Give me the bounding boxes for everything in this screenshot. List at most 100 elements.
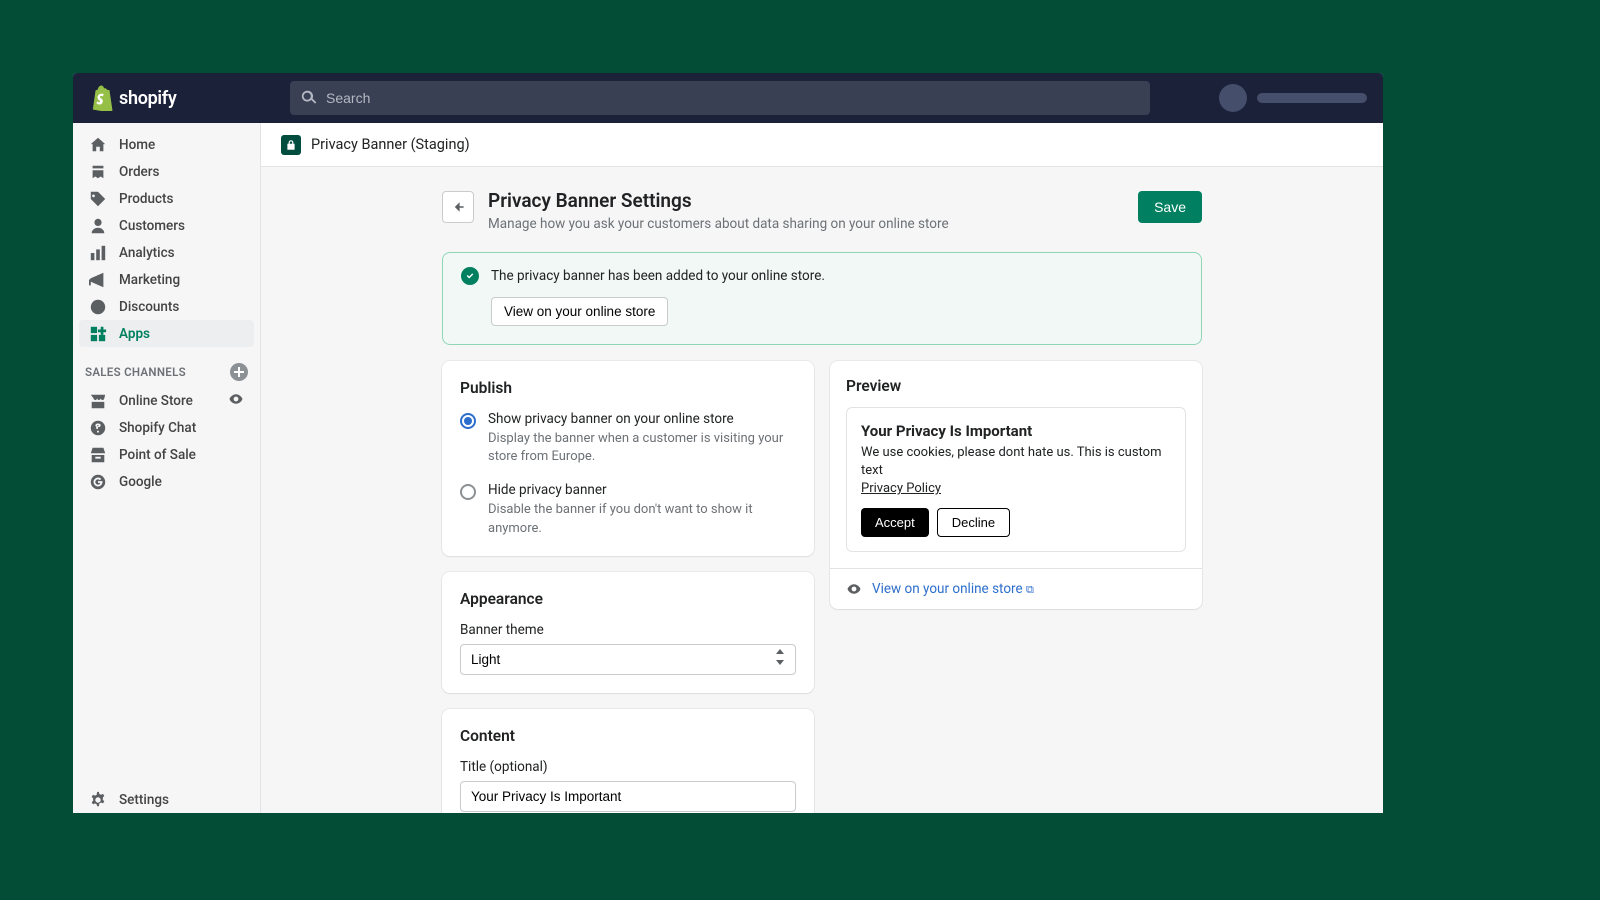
avatar[interactable] (1219, 84, 1247, 112)
logo[interactable]: shopify (89, 85, 274, 111)
appearance-title: Appearance (460, 590, 796, 608)
apps-icon (89, 325, 107, 343)
customers-icon (89, 217, 107, 235)
decline-button[interactable]: Decline (937, 508, 1010, 537)
sidebar: Home Orders Products Customers Analytics… (73, 123, 261, 813)
topbar-right (1219, 84, 1367, 112)
content-card: Content Title (optional) Banner descript… (442, 709, 814, 813)
sidebar-label: Home (119, 137, 155, 153)
channel-item-online-store[interactable]: Online Store (79, 387, 254, 414)
save-button[interactable]: Save (1138, 191, 1202, 223)
orders-icon (89, 163, 107, 181)
sidebar-item-customers[interactable]: Customers (79, 212, 254, 239)
channel-item-shopify-chat[interactable]: Shopify Chat (79, 414, 254, 441)
accept-button[interactable]: Accept (861, 508, 929, 537)
search-icon (300, 89, 318, 107)
external-link-icon: ⧉ (1026, 583, 1034, 596)
sidebar-label: Analytics (119, 245, 175, 261)
sidebar-label: Marketing (119, 272, 180, 288)
publish-option-hide[interactable]: Hide privacy banner Disable the banner i… (460, 482, 796, 537)
arrow-left-icon (450, 199, 466, 215)
privacy-policy-link[interactable]: Privacy Policy (861, 481, 941, 496)
publish-option-label: Hide privacy banner (488, 482, 796, 498)
eye-icon (846, 581, 862, 597)
app-icon (281, 135, 301, 155)
publish-option-label: Show privacy banner on your online store (488, 411, 796, 427)
publish-option-desc: Display the banner when a customer is vi… (488, 430, 796, 466)
discounts-icon (89, 298, 107, 316)
sidebar-item-settings[interactable]: Settings (79, 786, 254, 813)
pos-icon (89, 446, 107, 464)
sidebar-item-orders[interactable]: Orders (79, 158, 254, 185)
user-name-skeleton (1257, 93, 1367, 103)
page-header: Privacy Banner Settings Manage how you a… (442, 189, 1202, 232)
preview-box: Your Privacy Is Important We use cookies… (846, 407, 1186, 552)
view-online-store-link[interactable]: View on your online store ⧉ (872, 581, 1034, 597)
topbar: shopify (73, 73, 1383, 123)
channel-item-pos[interactable]: Point of Sale (79, 441, 254, 468)
sidebar-item-apps[interactable]: Apps (79, 320, 254, 347)
title-input[interactable] (460, 781, 796, 812)
preview-body: We use cookies, please dont hate us. Thi… (861, 444, 1171, 480)
content-title: Content (460, 727, 796, 745)
sidebar-label: Settings (119, 792, 169, 808)
view-store-button[interactable]: View on your online store (491, 297, 668, 326)
radio-hide[interactable] (460, 484, 476, 500)
sidebar-item-discounts[interactable]: Discounts (79, 293, 254, 320)
app-title-text: Privacy Banner (Staging) (311, 136, 470, 153)
success-banner: The privacy banner has been added to you… (442, 252, 1202, 345)
check-circle-icon (461, 267, 479, 285)
sidebar-label: Discounts (119, 299, 179, 315)
sidebar-label: Apps (119, 326, 150, 342)
page-subtitle: Manage how you ask your customers about … (488, 216, 1124, 232)
sidebar-label: Customers (119, 218, 185, 234)
channel-label: Google (119, 474, 162, 490)
channel-label: Shopify Chat (119, 420, 196, 436)
store-icon (89, 392, 107, 410)
plus-icon (234, 367, 244, 377)
preview-title: Preview (846, 377, 1186, 395)
shopify-bag-icon (89, 85, 113, 111)
analytics-icon (89, 244, 107, 262)
brand-text: shopify (119, 88, 177, 109)
sidebar-label: Orders (119, 164, 160, 180)
sidebar-item-analytics[interactable]: Analytics (79, 239, 254, 266)
publish-title: Publish (460, 379, 796, 397)
back-button[interactable] (442, 191, 474, 223)
add-channel-button[interactable] (230, 363, 248, 381)
home-icon (89, 136, 107, 154)
banner-theme-label: Banner theme (460, 622, 796, 638)
title-field-label: Title (optional) (460, 759, 796, 775)
channel-label: Online Store (119, 393, 193, 409)
chat-icon (89, 419, 107, 437)
sidebar-section-header: SALES CHANNELS (73, 347, 260, 387)
search-input[interactable] (326, 90, 1140, 106)
eye-icon[interactable] (228, 391, 244, 411)
page-title: Privacy Banner Settings (488, 189, 1124, 212)
sidebar-section-label: SALES CHANNELS (85, 365, 186, 379)
radio-show[interactable] (460, 413, 476, 429)
footer-link-text: View on your online store (872, 581, 1023, 597)
content-area: Privacy Banner Settings Manage how you a… (261, 167, 1383, 813)
sidebar-item-marketing[interactable]: Marketing (79, 266, 254, 293)
search-input-wrap[interactable] (290, 81, 1150, 115)
channel-label: Point of Sale (119, 447, 196, 463)
sidebar-label: Products (119, 191, 173, 207)
sidebar-item-products[interactable]: Products (79, 185, 254, 212)
products-icon (89, 190, 107, 208)
banner-theme-select[interactable]: Light (460, 644, 796, 675)
preview-card: Preview Your Privacy Is Important We use… (830, 361, 1202, 609)
banner-text: The privacy banner has been added to you… (491, 268, 825, 284)
marketing-icon (89, 271, 107, 289)
preview-heading: Your Privacy Is Important (861, 422, 1171, 440)
publish-option-show[interactable]: Show privacy banner on your online store… (460, 411, 796, 466)
sidebar-item-home[interactable]: Home (79, 131, 254, 158)
publish-option-desc: Disable the banner if you don't want to … (488, 501, 796, 537)
channel-item-google[interactable]: Google (79, 468, 254, 495)
app-titlebar: Privacy Banner (Staging) (261, 123, 1383, 167)
publish-card: Publish Show privacy banner on your onli… (442, 361, 814, 556)
preview-footer: View on your online store ⧉ (830, 568, 1202, 609)
google-icon (89, 473, 107, 491)
gear-icon (89, 791, 107, 809)
appearance-card: Appearance Banner theme Light (442, 572, 814, 693)
